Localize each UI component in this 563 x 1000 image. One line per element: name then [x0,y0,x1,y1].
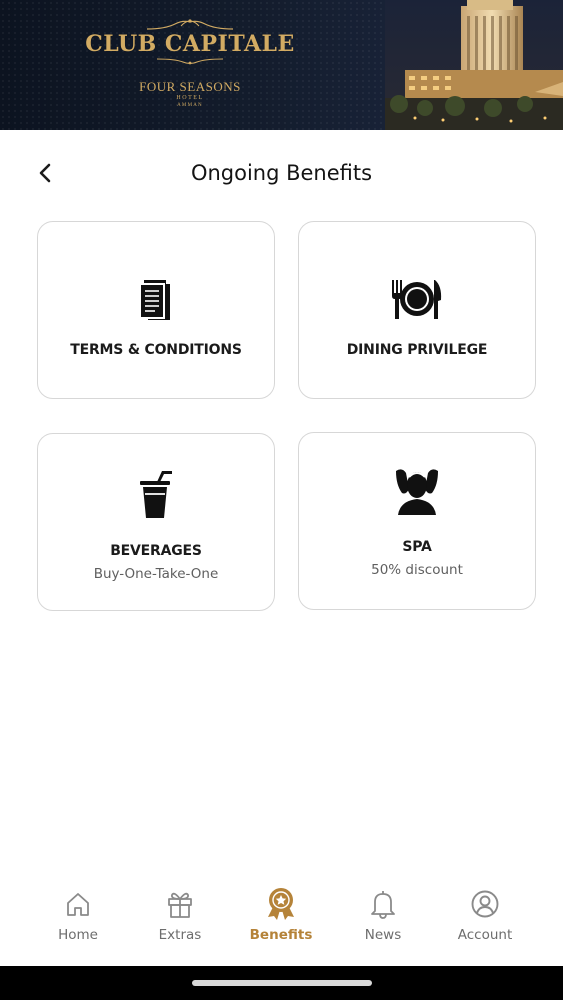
nav-item-benefits[interactable]: Benefits [236,884,326,944]
bottom-nav: Home Extras Benefits News Account [0,870,563,966]
document-icon [38,276,274,322]
home-indicator[interactable] [192,980,372,986]
dining-icon [299,276,535,322]
header-banner: CLUB CAPITALE FOUR SEASONS HOTEL AMMAN [0,0,563,130]
hotel-word: HOTEL [176,95,204,101]
hotel-building-image [385,0,563,130]
hotel-name: FOUR SEASONS [139,79,241,94]
benefit-card-subtitle: Buy-One-Take-One [93,566,219,582]
benefit-card-terms[interactable]: TERMS & CONDITIONS [37,221,275,399]
benefit-card-beverages[interactable]: BEVERAGES Buy-One-Take-One [37,433,275,611]
system-bar [0,966,563,1000]
gift-icon [135,884,225,924]
hotel-city: AMMAN [177,103,203,108]
nav-item-extras[interactable]: Extras [135,884,225,944]
award-icon [236,884,326,924]
benefit-card-title: TERMS & CONDITIONS [70,342,242,358]
nav-label-extras: Extras [158,927,202,943]
logo-ornament-bottom [156,58,224,65]
nav-item-news[interactable]: News [338,884,428,944]
nav-label-news: News [364,927,402,943]
benefit-card-subtitle: 50% discount [371,562,463,578]
nav-label-account: Account [457,927,513,943]
brand-title: CLUB CAPITALE [85,31,295,57]
nav-label-home: Home [58,927,98,943]
logo-ornament-top [146,19,234,30]
bell-icon [338,884,428,924]
nav-item-account[interactable]: Account [440,884,530,944]
benefit-card-dining[interactable]: DINING PRIVILEGE [298,221,536,399]
benefit-card-title: SPA [402,539,432,555]
club-capitale-logo: CLUB CAPITALE FOUR SEASONS HOTEL AMMAN [80,18,300,109]
account-icon [440,884,530,924]
page-title: Ongoing Benefits [190,161,373,185]
benefit-card-title: BEVERAGES [110,543,202,559]
benefit-card-spa[interactable]: SPA 50% discount [298,432,536,610]
nav-label-benefits: Benefits [249,927,313,943]
nav-item-home[interactable]: Home [33,884,123,944]
beverage-icon [38,468,274,520]
home-icon [33,884,123,924]
spa-icon [299,465,535,517]
benefit-card-title: DINING PRIVILEGE [346,342,488,358]
